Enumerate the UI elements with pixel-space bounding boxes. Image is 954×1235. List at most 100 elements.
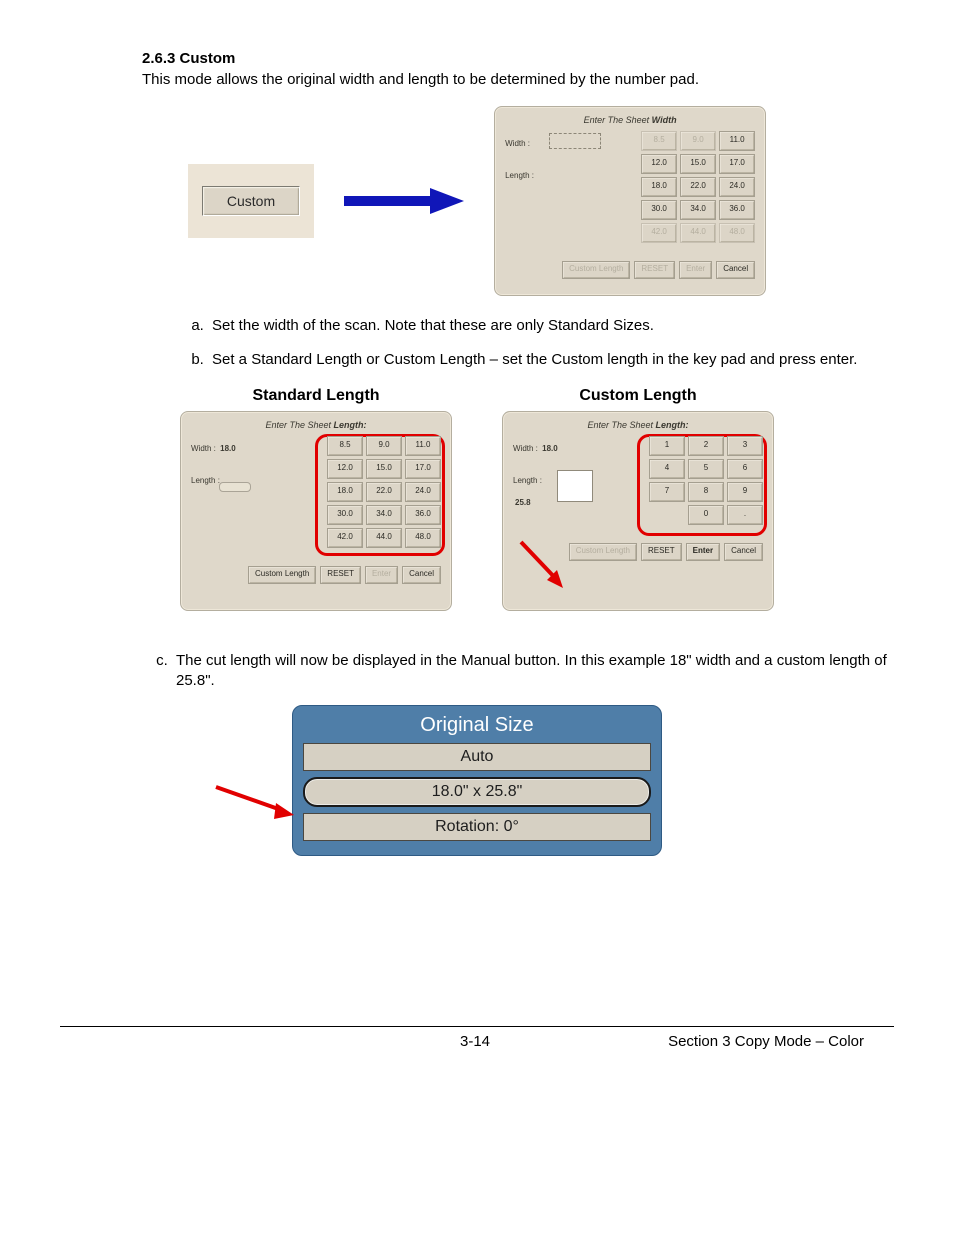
size-button[interactable]: 30.0 <box>327 505 363 525</box>
width-size-grid: 8.59.011.0 12.015.017.0 18.022.024.0 30.034… <box>641 131 755 243</box>
custom-length-column: Custom Length Enter The Sheet Length: Wi… <box>502 387 774 611</box>
size-button[interactable]: 17.0 <box>719 154 755 174</box>
slot-icon <box>219 482 251 492</box>
size-button[interactable]: 17.0 <box>405 459 441 479</box>
size-button: 42.0 <box>641 223 677 243</box>
auto-button[interactable]: Auto <box>303 743 651 771</box>
size-button[interactable]: 30.0 <box>641 200 677 220</box>
dialog-title: Enter The Sheet Length: <box>191 420 441 430</box>
cancel-button[interactable]: Cancel <box>716 261 755 279</box>
width-label: Width : 18.0 <box>191 438 236 460</box>
numpad-key[interactable]: 8 <box>688 482 724 502</box>
size-button: 8.5 <box>641 131 677 151</box>
result-panel: Original Size Auto 18.0" x 25.8" Rotatio… <box>292 705 662 856</box>
size-button[interactable]: 8.5 <box>327 436 363 456</box>
reset-button[interactable]: RESET <box>320 566 361 584</box>
numpad-grid: 123 456 7890. <box>649 436 763 525</box>
size-button[interactable]: 34.0 <box>680 200 716 220</box>
numpad-key[interactable]: 9 <box>727 482 763 502</box>
width-bottom-row: Custom LengthRESETEnterCancel <box>505 261 755 279</box>
custom-length-button[interactable]: Custom Length <box>562 261 630 279</box>
numpad-key[interactable]: 2 <box>688 436 724 456</box>
width-input-placeholder[interactable] <box>549 133 601 149</box>
size-button[interactable]: 36.0 <box>405 505 441 525</box>
rotation-button[interactable]: Rotation: 0° <box>303 813 651 841</box>
dialog-labels: Width : 18.0 Length :25.8 <box>513 438 558 514</box>
custom-length-dialog: Enter The Sheet Length: Width : 18.0 Len… <box>502 411 774 611</box>
section-heading: 2.6.3 Custom <box>60 50 894 67</box>
steps-list-continued: The cut length will now be displayed in … <box>60 651 894 692</box>
width-dialog: Enter The Sheet Width Width : Length : 8… <box>494 106 766 296</box>
numpad-key[interactable]: 1 <box>649 436 685 456</box>
figure-row-width: Custom Enter The Sheet Width Width : Len… <box>60 106 894 296</box>
enter-button[interactable]: Enter <box>686 543 720 561</box>
numpad-key[interactable]: 3 <box>727 436 763 456</box>
size-button[interactable]: 22.0 <box>680 177 716 197</box>
custom-length-button[interactable]: Custom Length <box>569 543 637 561</box>
size-button[interactable]: 24.0 <box>719 177 755 197</box>
red-arrow-icon <box>212 783 302 833</box>
size-button[interactable]: 18.0 <box>327 482 363 502</box>
width-label: Width : 18.0 <box>513 438 558 460</box>
numpad-key[interactable]: 7 <box>649 482 685 502</box>
length-label: Length : <box>505 165 534 187</box>
size-button[interactable]: 11.0 <box>719 131 755 151</box>
page-footer: 3-14 Section 3 Copy Mode – Color <box>60 1026 894 1050</box>
cancel-button[interactable]: Cancel <box>402 566 441 584</box>
enter-button[interactable]: Enter <box>365 566 398 584</box>
size-button[interactable]: 48.0 <box>405 528 441 548</box>
width-label: Width : <box>505 133 534 155</box>
size-button[interactable]: 24.0 <box>405 482 441 502</box>
reset-button[interactable]: RESET <box>641 543 682 561</box>
step-a: Set the width of the scan. Note that the… <box>208 316 894 336</box>
red-arrow-icon <box>515 536 575 596</box>
original-size-panel: Original Size Auto 18.0" x 25.8" Rotatio… <box>292 705 662 856</box>
numpad-key[interactable]: 6 <box>727 459 763 479</box>
size-button[interactable]: 34.0 <box>366 505 402 525</box>
step-c: The cut length will now be displayed in … <box>172 651 894 692</box>
size-button[interactable]: 44.0 <box>366 528 402 548</box>
standard-length-dialog: Enter The Sheet Length: Width : 18.0 Len… <box>180 411 452 611</box>
dialog-labels: Width : Length : <box>505 133 534 187</box>
size-button[interactable]: 12.0 <box>327 459 363 479</box>
size-button[interactable]: 15.0 <box>366 459 402 479</box>
numpad-key[interactable]: 4 <box>649 459 685 479</box>
size-button[interactable]: 9.0 <box>366 436 402 456</box>
reset-button[interactable]: RESET <box>634 261 675 279</box>
size-button: 48.0 <box>719 223 755 243</box>
custom-length-title: Custom Length <box>502 387 774 405</box>
size-button[interactable]: 22.0 <box>366 482 402 502</box>
section-label: Section 3 Copy Mode – Color <box>668 1033 864 1050</box>
length-bottom-row: Custom LengthRESETEnterCancel <box>191 566 441 584</box>
size-button: 9.0 <box>680 131 716 151</box>
size-button[interactable]: 11.0 <box>405 436 441 456</box>
figure-row-length: Standard Length Enter The Sheet Length: … <box>60 387 894 611</box>
standard-length-title: Standard Length <box>180 387 452 405</box>
size-button[interactable]: 15.0 <box>680 154 716 174</box>
length-size-grid: 8.59.011.0 12.015.017.0 18.022.024.0 30.034… <box>327 436 441 548</box>
standard-length-column: Standard Length Enter The Sheet Length: … <box>180 387 452 611</box>
size-button[interactable]: 36.0 <box>719 200 755 220</box>
step-b: Set a Standard Length or Custom Length –… <box>208 350 894 370</box>
size-button[interactable]: 12.0 <box>641 154 677 174</box>
numpad-key[interactable]: . <box>727 505 763 525</box>
steps-list: Set the width of the scan. Note that the… <box>60 316 894 371</box>
size-button[interactable]: 18.0 <box>641 177 677 197</box>
dialog-title: Enter The Sheet Width <box>505 115 755 125</box>
size-button[interactable]: 42.0 <box>327 528 363 548</box>
custom-button[interactable]: Custom <box>202 186 300 216</box>
enter-button[interactable]: Enter <box>679 261 712 279</box>
original-size-header: Original Size <box>303 714 651 737</box>
size-button: 44.0 <box>680 223 716 243</box>
custom-length-button[interactable]: Custom Length <box>248 566 316 584</box>
custom-button-panel: Custom <box>188 164 314 238</box>
numpad-key[interactable]: 0 <box>688 505 724 525</box>
page-number: 3-14 <box>460 1033 490 1050</box>
intro-text: This mode allows the original width and … <box>60 71 894 88</box>
cancel-button[interactable]: Cancel <box>724 543 763 561</box>
dialog-title: Enter The Sheet Length: <box>513 420 763 430</box>
manual-size-button[interactable]: 18.0" x 25.8" <box>303 777 651 807</box>
arrow-right-icon <box>344 186 464 216</box>
numpad-input-box[interactable] <box>557 470 593 502</box>
numpad-key[interactable]: 5 <box>688 459 724 479</box>
